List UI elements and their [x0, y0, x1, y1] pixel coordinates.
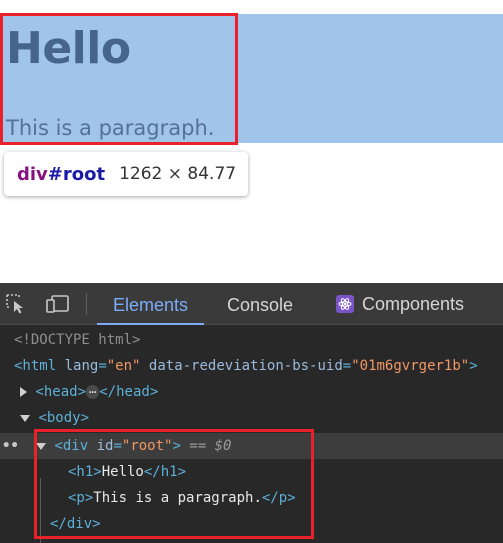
gutter-menu-icon[interactable]: ••	[2, 433, 19, 459]
inspect-tooltip: div#root 1262 × 84.77	[4, 152, 249, 196]
expand-arrow-icon[interactable]	[20, 387, 27, 397]
tab-console[interactable]: Console	[211, 283, 309, 325]
annotation-box-dom	[34, 429, 314, 539]
page-viewport: Hello This is a paragraph. div#root 1262…	[0, 0, 503, 283]
tooltip-selector: div#root	[17, 163, 106, 185]
tooltip-dimensions: 1262 × 84.77	[119, 164, 237, 184]
dom-line-body[interactable]: <body>	[0, 405, 503, 431]
device-toolbar-icon[interactable]	[46, 294, 69, 314]
tab-components-label: Components	[362, 294, 465, 314]
tab-elements[interactable]: Elements	[97, 283, 205, 325]
collapse-arrow-icon[interactable]	[20, 414, 30, 422]
inspect-element-icon[interactable]	[6, 294, 28, 314]
react-icon	[336, 295, 354, 313]
dom-line-head[interactable]: <head> ⋯ </head>	[0, 379, 503, 405]
dom-line-html[interactable]: <html lang="en" data-redeviation-bs-uid=…	[0, 353, 503, 379]
toolbar-separator	[86, 293, 87, 315]
collapsed-ellipsis-icon[interactable]: ⋯	[86, 385, 100, 399]
tab-components[interactable]: Components	[320, 283, 480, 325]
doctype-text: <!DOCTYPE html>	[14, 332, 141, 348]
devtools-tabbar: Elements Console Components	[0, 283, 503, 325]
dom-line-doctype[interactable]: <!DOCTYPE html>	[0, 327, 503, 353]
annotation-box-page	[0, 13, 238, 145]
